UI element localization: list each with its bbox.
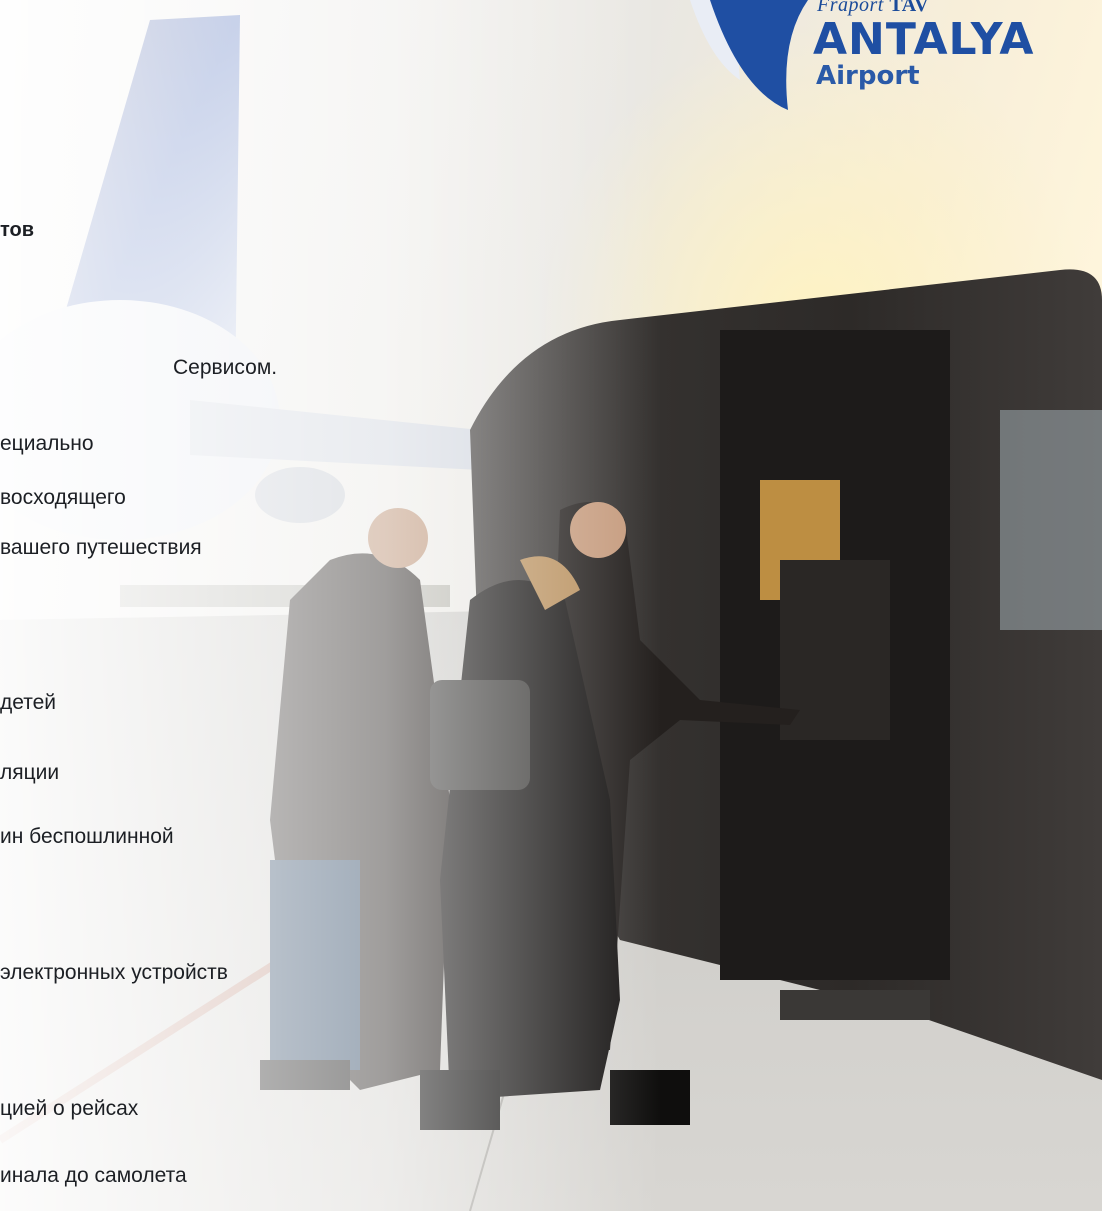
intro-line-1: Сервисом.: [173, 356, 278, 379]
intro-line-2: ециально: [0, 432, 94, 455]
feature-item-3: ин беспошлинной: [0, 825, 174, 848]
feature-item-2: ляции: [0, 761, 60, 784]
section-heading: тов: [0, 219, 35, 241]
intro-line-4: вашего путешествия: [0, 536, 202, 559]
feature-item-6: инала до самолета: [0, 1164, 187, 1187]
feature-item-5: цией о рейсах: [0, 1097, 139, 1120]
logo-airport: Airport: [816, 61, 920, 91]
background-photo: [0, 0, 1102, 1211]
logo-city: ANTALYA: [813, 14, 1035, 65]
feature-item-1: детей: [0, 691, 57, 714]
logo-swoosh-icon: [690, 0, 808, 110]
intro-line-3: восходящего: [0, 486, 126, 509]
feature-item-4: электронных устройств: [0, 961, 228, 984]
hero-banner: Fraport TAV ANTALYA Airport тов Сервисом…: [0, 0, 1102, 1211]
